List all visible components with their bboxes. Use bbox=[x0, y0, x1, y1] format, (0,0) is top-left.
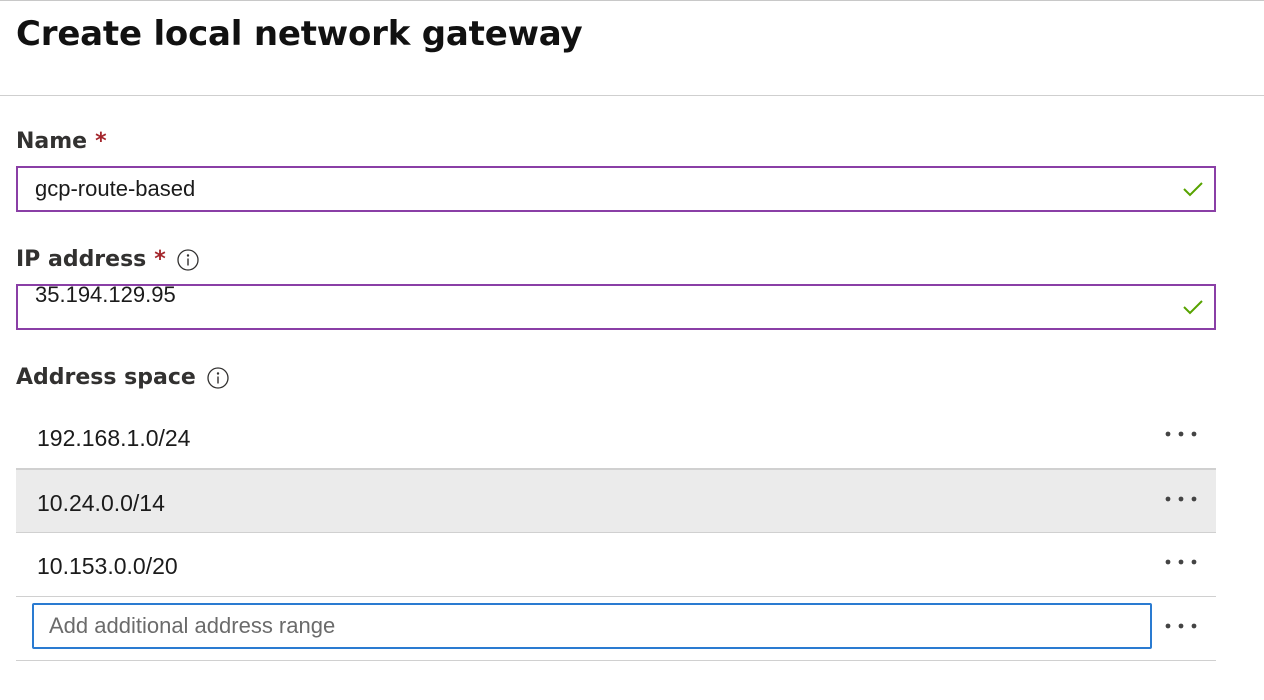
address-space-add-row bbox=[16, 597, 1216, 661]
checkmark-icon bbox=[1183, 300, 1203, 315]
checkmark-icon bbox=[1183, 182, 1203, 197]
address-range-value: 10.24.0.0/14 bbox=[37, 490, 165, 516]
ip-address-input-value: 35.194.129.95 bbox=[35, 284, 176, 307]
address-range-value: 192.168.1.0/24 bbox=[37, 425, 191, 451]
required-marker: * bbox=[95, 129, 107, 154]
address-space-row[interactable]: 192.168.1.0/24 bbox=[16, 405, 1216, 469]
more-ellipsis-icon[interactable] bbox=[1162, 619, 1202, 633]
ip-address-label: IP address bbox=[16, 247, 147, 272]
name-label-row: Name * bbox=[16, 129, 107, 154]
name-label: Name bbox=[16, 129, 88, 154]
page-title: Create local network gateway bbox=[16, 14, 583, 54]
ip-label-row: IP address * bbox=[16, 247, 199, 272]
address-space-label-row: Address space bbox=[16, 365, 229, 390]
name-input-value: gcp-route-based bbox=[35, 176, 196, 201]
ip-address-input[interactable]: 35.194.129.95 bbox=[16, 284, 1216, 330]
address-space-row[interactable]: 10.153.0.0/20 bbox=[16, 533, 1216, 597]
add-address-range-input[interactable] bbox=[32, 603, 1152, 649]
address-space-label: Address space bbox=[16, 365, 196, 390]
name-input[interactable]: gcp-route-based bbox=[16, 166, 1216, 212]
required-marker: * bbox=[154, 247, 166, 272]
info-icon[interactable] bbox=[177, 248, 199, 271]
address-range-value: 10.153.0.0/20 bbox=[37, 553, 178, 579]
top-divider bbox=[0, 0, 1264, 4]
more-ellipsis-icon[interactable] bbox=[1162, 555, 1202, 569]
page-header: Create local network gateway bbox=[0, 0, 1264, 96]
more-ellipsis-icon[interactable] bbox=[1162, 492, 1202, 506]
more-ellipsis-icon[interactable] bbox=[1162, 427, 1202, 441]
info-icon[interactable] bbox=[207, 366, 229, 389]
address-space-row[interactable]: 10.24.0.0/14 bbox=[16, 469, 1216, 533]
